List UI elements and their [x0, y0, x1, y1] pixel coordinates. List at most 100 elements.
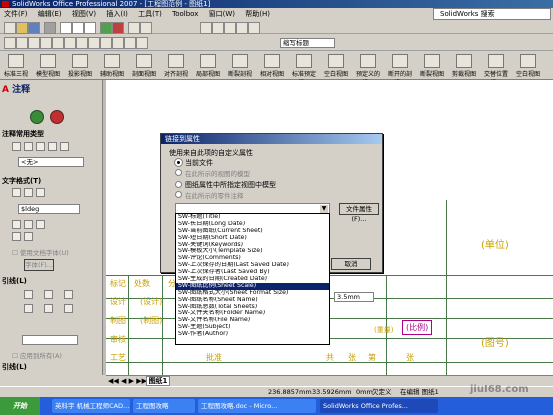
- radio-drawing-sheet[interactable]: [175, 181, 182, 188]
- dropdown-item[interactable]: SW-图纸比例(Sheet Scale): [176, 282, 329, 290]
- command-button[interactable]: 断裂视图: [418, 53, 446, 79]
- dropdown-item[interactable]: SW-图纸名称(Sheet Name): [176, 297, 329, 304]
- task-button-2[interactable]: 工程图攻略: [133, 399, 195, 413]
- pan-icon[interactable]: [236, 22, 248, 34]
- dropdown-item[interactable]: SW-模板大小(Template Size): [176, 248, 329, 255]
- dropdown-item[interactable]: SW-作者(Author): [176, 331, 329, 338]
- paste-icon[interactable]: [84, 22, 96, 34]
- menu-insert[interactable]: 插入(I): [106, 10, 128, 18]
- dropdown-item[interactable]: SW-评论(Comments): [176, 255, 329, 262]
- menu-toolbox[interactable]: Toolbox: [172, 10, 198, 18]
- use-doc-font-checkbox[interactable]: ☐ 使用文档字体(U): [12, 247, 100, 257]
- save-icon[interactable]: [28, 22, 40, 34]
- dropdown-item[interactable]: SW-长日期(Long Date): [176, 221, 329, 228]
- style-icon-4[interactable]: [48, 142, 57, 151]
- command-button[interactable]: 局部视图: [194, 53, 222, 79]
- options-icon[interactable]: [128, 22, 140, 34]
- zoom-area-icon[interactable]: [212, 22, 224, 34]
- style-icon-2[interactable]: [24, 142, 33, 151]
- dropdown-item[interactable]: SW-短日期(Short Date): [176, 235, 329, 242]
- dropdown-item[interactable]: SW-关键词(Keywords): [176, 242, 329, 249]
- rebuild-icon[interactable]: [112, 22, 124, 34]
- center-mark-icon[interactable]: [100, 37, 112, 49]
- radio-current-file[interactable]: [174, 158, 183, 167]
- command-button[interactable]: 空白视图: [514, 53, 542, 79]
- smart-dimension-icon[interactable]: [4, 37, 16, 49]
- dropdown-item[interactable]: SW-上次保存者(Last Saved By): [176, 269, 329, 276]
- cut-icon[interactable]: [60, 22, 72, 34]
- centerline-icon[interactable]: [88, 37, 100, 49]
- task-button-4[interactable]: SolidWorks Office Profes...: [320, 399, 438, 413]
- command-button[interactable]: 预定义的视图: [354, 53, 382, 87]
- command-button[interactable]: 模型视图: [34, 53, 62, 79]
- cancel-x-icon[interactable]: [50, 110, 64, 124]
- tb-scale-value[interactable]: (比例): [402, 320, 433, 335]
- tab-nav-arrows[interactable]: ◀◀ ◀ ▶ ▶▶: [108, 377, 147, 385]
- table-icon[interactable]: [136, 37, 148, 49]
- dropdown-item[interactable]: SW-文件夹名称(Folder Name): [176, 310, 329, 317]
- insert-hole-icon[interactable]: [24, 232, 33, 241]
- font-size-combo[interactable]: 3.5mm: [334, 292, 374, 302]
- ok-check-icon[interactable]: [30, 110, 44, 124]
- task-button-1[interactable]: 英科宇 机械工程师CAD...: [52, 399, 130, 413]
- style-icon-3[interactable]: [36, 142, 45, 151]
- note-icon[interactable]: [16, 37, 28, 49]
- menu-file[interactable]: 文件(F): [4, 10, 28, 18]
- align-left-icon[interactable]: [12, 188, 21, 197]
- block-icon[interactable]: [124, 37, 136, 49]
- open-icon[interactable]: [16, 22, 28, 34]
- zoom-in-icon[interactable]: [224, 22, 236, 34]
- dropdown-item[interactable]: SW-标题(Title): [176, 214, 329, 221]
- link-property-icon[interactable]: [12, 220, 21, 229]
- command-button[interactable]: 辅助视图: [98, 53, 126, 79]
- leader-style-icon-3[interactable]: [64, 290, 73, 299]
- arrow-style-select[interactable]: [22, 335, 78, 345]
- dropdown-item[interactable]: SW-文件名称(File Name): [176, 317, 329, 324]
- leader-style-icon-5[interactable]: [44, 304, 53, 313]
- property-dropdown-list[interactable]: SW-标题(Title) SW-长日期(Long Date) SW-当前图纸(Cur…: [175, 213, 330, 345]
- dropdown-item[interactable]: SW-图纸总数(Total Sheets): [176, 304, 329, 311]
- leader-style-icon-6[interactable]: [64, 304, 73, 313]
- leader-style-icon-2[interactable]: [44, 290, 53, 299]
- zoom-fit-icon[interactable]: [200, 22, 212, 34]
- radio-component[interactable]: [175, 191, 182, 198]
- command-button[interactable]: 标准预定视图: [290, 53, 318, 87]
- command-button[interactable]: 投影视图: [66, 53, 94, 79]
- undo-icon[interactable]: [100, 22, 112, 34]
- file-properties-button[interactable]: 文件属性(F)...: [339, 203, 379, 223]
- angle-text-field[interactable]: $ldeg: [18, 204, 80, 214]
- radio-model-in-view[interactable]: [175, 169, 182, 176]
- align-right-icon[interactable]: [36, 188, 45, 197]
- hole-callout-icon[interactable]: [112, 37, 124, 49]
- command-button[interactable]: 断开的剖视图: [386, 53, 414, 87]
- task-button-3[interactable]: 工程图攻略.doc - Micro...: [198, 399, 316, 413]
- help-search-box[interactable]: SolidWorks 搜索: [433, 8, 551, 20]
- surface-finish-icon[interactable]: [40, 37, 52, 49]
- redraw-icon[interactable]: [248, 22, 260, 34]
- style-icon-5[interactable]: [60, 142, 69, 151]
- copy-icon[interactable]: [72, 22, 84, 34]
- weld-symbol-icon[interactable]: [52, 37, 64, 49]
- command-button[interactable]: 剖面视图: [130, 53, 158, 79]
- print-icon[interactable]: [44, 22, 56, 34]
- group-header-common-types[interactable]: 注释常用类型: [2, 130, 100, 139]
- cancel-button[interactable]: 取消: [331, 258, 371, 270]
- menu-tools[interactable]: 工具(T): [138, 10, 162, 18]
- font-button[interactable]: 字体(F)...: [24, 259, 54, 271]
- leader-style-icon-1[interactable]: [24, 290, 33, 299]
- common-type-select[interactable]: <无>: [18, 157, 84, 167]
- start-button[interactable]: 开始: [0, 397, 40, 415]
- align-center-icon[interactable]: [24, 188, 33, 197]
- insert-tolerance-icon[interactable]: [12, 232, 21, 241]
- command-button[interactable]: 交替位置视图: [482, 53, 510, 87]
- group-header-leader-2[interactable]: 引线(L): [2, 363, 100, 372]
- menu-edit[interactable]: 编辑(E): [38, 10, 62, 18]
- datum-icon[interactable]: [76, 37, 88, 49]
- dropdown-item[interactable]: SW-主题(Subject): [176, 324, 329, 331]
- group-header-leader[interactable]: 引线(L): [2, 277, 100, 286]
- dropdown-item[interactable]: SW-生成的日期(Created Date): [176, 276, 329, 283]
- add-symbol-icon[interactable]: [24, 220, 33, 229]
- command-button[interactable]: 断裂剖视图: [226, 53, 254, 87]
- command-button[interactable]: 相对视图: [258, 53, 286, 79]
- menu-view[interactable]: 视图(V): [72, 10, 96, 18]
